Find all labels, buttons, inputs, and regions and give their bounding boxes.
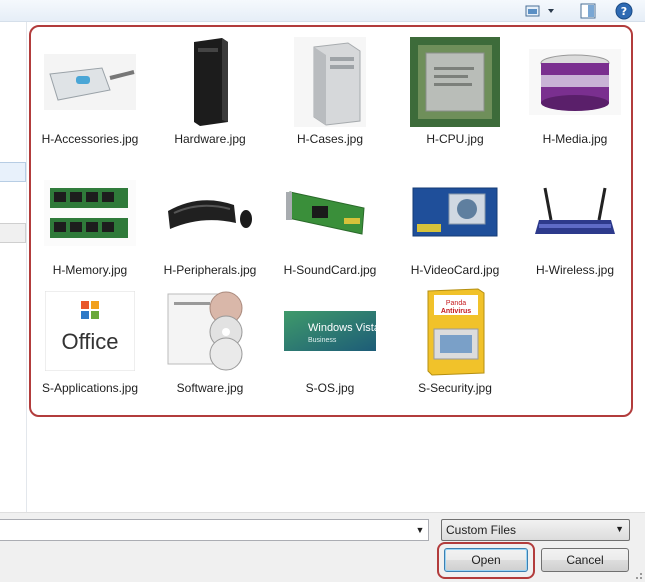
navigation-pane: [0, 22, 27, 512]
panda-logo-text: Panda: [446, 300, 466, 307]
ram-modules-thumbnail: [44, 180, 136, 246]
file-item[interactable]: H-Cases.jpg: [278, 34, 382, 147]
chevron-down-icon: ▼: [415, 525, 425, 535]
file-item[interactable]: H-Peripherals.jpg: [158, 165, 262, 278]
vista-logo-text: Windows Vista: [308, 322, 376, 334]
file-item[interactable]: H-Accessories.jpg: [38, 34, 142, 147]
cpu-chip-thumbnail: [410, 37, 500, 127]
file-item[interactable]: Hardware.jpg: [158, 34, 262, 147]
software-discs-thumbnail: [164, 286, 256, 376]
file-item[interactable]: Software.jpg: [158, 283, 262, 396]
file-item[interactable]: H-Memory.jpg: [38, 165, 142, 278]
file-type-filter-select[interactable]: Custom Files ▼: [441, 519, 630, 541]
file-name-input[interactable]: [0, 519, 429, 541]
preview-pane-icon: [580, 3, 596, 19]
file-list-view[interactable]: H-Accessories.jpg Hardware.jpg H-Cases.j…: [28, 22, 645, 512]
file-item[interactable]: Panda Antivirus S-Security.jpg: [403, 283, 507, 396]
file-name: S-OS.jpg: [305, 381, 355, 395]
file-item[interactable]: H-Wireless.jpg: [523, 165, 627, 278]
file-name: H-VideoCard.jpg: [410, 263, 500, 277]
file-name: S-Applications.jpg: [41, 381, 139, 395]
file-name: H-Media.jpg: [542, 132, 608, 146]
file-item[interactable]: H-SoundCard.jpg: [278, 165, 382, 278]
cancel-button[interactable]: Cancel: [541, 548, 629, 572]
file-name: S-Security.jpg: [418, 381, 492, 395]
file-name-dropdown-button[interactable]: ▼: [414, 523, 426, 537]
resize-grip-icon[interactable]: [633, 570, 643, 580]
svg-text:?: ?: [621, 5, 627, 18]
panda-logo-sub: Antivirus: [441, 308, 471, 315]
file-name: Hardware.jpg: [174, 132, 246, 146]
file-item[interactable]: H-CPU.jpg: [403, 34, 507, 147]
computer-case-thumbnail: [294, 37, 366, 127]
nav-item-selected[interactable]: [0, 162, 26, 182]
preview-pane-button[interactable]: [578, 2, 598, 20]
windows-vista-thumbnail: Windows Vista Business: [284, 311, 376, 351]
dialog-footer: ▼ Custom Files ▼ Open Cancel: [0, 512, 645, 582]
office-logo-thumbnail: Office: [45, 291, 135, 371]
office-logo-text: Office: [61, 329, 118, 354]
file-name: H-SoundCard.jpg: [283, 263, 377, 277]
chevron-down-icon: ▼: [615, 524, 624, 534]
open-button[interactable]: Open: [444, 548, 528, 572]
file-item[interactable]: Windows Vista Business S-OS.jpg: [278, 283, 382, 396]
file-name: H-Memory.jpg: [52, 263, 128, 277]
dvd-spindle-thumbnail: [529, 49, 621, 115]
keyboard-mouse-thumbnail: [164, 183, 256, 243]
file-item[interactable]: Office S-Applications.jpg: [38, 283, 142, 396]
video-card-thumbnail: [409, 180, 501, 246]
file-item[interactable]: H-Media.jpg: [523, 34, 627, 147]
help-icon: ?: [615, 2, 633, 20]
file-name: H-CPU.jpg: [426, 132, 484, 146]
command-bar: ?: [0, 0, 645, 22]
wireless-router-thumbnail: [529, 180, 621, 246]
nav-item[interactable]: [0, 223, 26, 243]
file-name: H-Accessories.jpg: [41, 132, 139, 146]
antivirus-box-thumbnail: Panda Antivirus: [420, 285, 490, 377]
file-name: Software.jpg: [176, 381, 244, 395]
file-name: H-Cases.jpg: [296, 132, 364, 146]
file-name: H-Peripherals.jpg: [163, 263, 257, 277]
file-item[interactable]: H-VideoCard.jpg: [403, 165, 507, 278]
vista-logo-sub: Business: [308, 337, 337, 344]
usb-hub-thumbnail: [44, 54, 136, 110]
change-view-button[interactable]: [524, 2, 560, 20]
file-type-filter-value: Custom Files: [446, 523, 517, 537]
file-name: H-Wireless.jpg: [535, 263, 614, 277]
tower-pc-thumbnail: [182, 36, 238, 128]
sound-card-thumbnail: [284, 182, 376, 244]
views-icon: [525, 5, 554, 17]
help-button[interactable]: ?: [614, 2, 634, 20]
